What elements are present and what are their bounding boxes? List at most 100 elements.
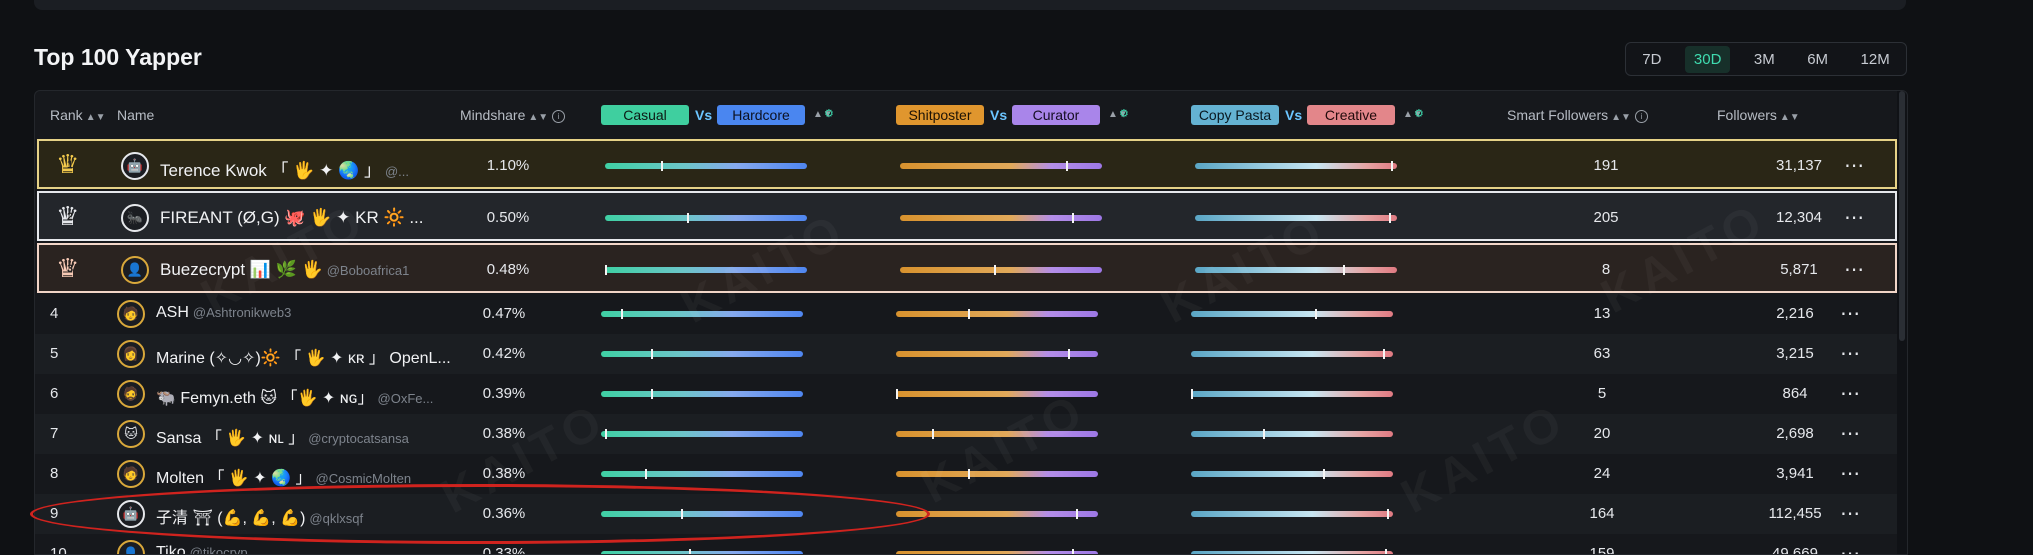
sort-icon: ▲▼ [528,112,549,123]
page-title: Top 100 Yapper [34,44,202,70]
bar-marker [621,309,623,319]
period-6m[interactable]: 6M [1798,46,1837,73]
bar-marker [968,309,970,319]
settings-icon[interactable]: ⚙ [824,107,834,120]
smart-followers-value: 24 [1593,465,1611,482]
table-row[interactable]: 4 🧑 ASH @Ashtronikweb3 0.47% 13 2,216 ⋯ [35,294,1897,334]
scrollbar[interactable] [1897,91,1907,554]
table-row[interactable]: 9 🤖 子清 ⛩ (💪, 💪, 💪) @qklxsqf 0.36% 164 112,455 ⋯ [35,494,1897,534]
user-name[interactable]: Molten 「 🖐 ✦ 🌏 」 @CosmicMolten [156,464,411,488]
more-options-icon[interactable]: ⋯ [1840,421,1861,446]
table-row[interactable]: ♛ 2 🐜 FIREANT (Ø,G) 🐙 🖐 ✦ KR 🔆 ... 0.50% 205 1… [37,191,1897,241]
copypasta-creative-bar [1191,429,1393,439]
casual-hardcore-bar [601,549,803,554]
avatar[interactable]: 👤 [121,256,149,284]
bar-marker [1263,429,1265,439]
bar-marker [651,349,653,359]
table-row[interactable]: 8 🧑 Molten 「 🖐 ✦ 🌏 」 @CosmicMolten 0.38% 24 3,… [35,454,1897,494]
shitposter-curator-bar [896,429,1098,439]
rank-number: 1 [67,159,74,171]
avatar[interactable]: 🧑 [117,460,145,488]
table-row[interactable]: 10 👤 Tiko @tikocryp... 0.33% 159 49,669 ⋯ [35,534,1897,555]
mindshare-value: 0.38% [482,425,526,442]
avatar[interactable]: 🧔 [117,380,145,408]
copy-pasta-tag: Copy Pasta [1191,105,1279,125]
table-row[interactable]: 6 🧔 🐃 Femyn.eth 🐱 「🖐 ✦ ɴɢ」 @OxFe... 0.39% 5 86… [35,374,1897,414]
avatar[interactable]: 🧑 [117,300,145,328]
more-options-icon[interactable]: ⋯ [1844,257,1865,282]
table-row[interactable]: 7 🐱 Sansa 「 🖐 ✦ ɴʟ 」 @cryptocatsansa 0.38% 20… [35,414,1897,454]
bar-marker [1072,549,1074,554]
user-name[interactable]: Marine (✧◡✧)🔆 「 🖐 ✦ ᴋʀ 」 OpenL... [156,344,455,368]
avatar[interactable]: 👩 [117,340,145,368]
table-row[interactable]: 5 👩 Marine (✧◡✧)🔆 「 🖐 ✦ ᴋʀ 」 OpenL... 0.42%… [35,334,1897,374]
scrollbar-thumb[interactable] [1899,91,1905,341]
shitposter-curator-bar [900,265,1102,275]
user-name[interactable]: ASH @Ashtronikweb3 [156,304,291,322]
avatar-image: 🧑 [122,306,140,321]
table-row[interactable]: ♛ 3 👤 Buezecrypt 📊 🌿 🖐 @Boboafrica1 0.48% 8 5,8… [37,243,1897,293]
more-options-icon[interactable]: ⋯ [1840,301,1861,326]
followers-value: 864 [1782,385,1808,402]
smart-followers-value: 13 [1593,305,1611,322]
rank-number: 10 [50,545,67,555]
more-options-icon[interactable]: ⋯ [1840,341,1861,366]
bar-marker [645,469,647,479]
user-name[interactable]: FIREANT (Ø,G) 🐙 🖐 ✦ KR 🔆 ... [160,208,428,228]
user-name[interactable]: 子清 ⛩ (💪, 💪, 💪) @qklxsqf [156,504,363,528]
period-30d[interactable]: 30D [1684,45,1731,73]
followers-value: 3,215 [1776,345,1814,362]
info-icon[interactable]: i [552,109,566,123]
settings-icon[interactable]: ⚙ [1414,107,1424,120]
copypasta-creative-bar [1191,309,1393,319]
avatar[interactable]: 🤖 [121,152,149,180]
more-options-icon[interactable]: ⋯ [1840,501,1861,526]
shitposter-curator-bar [896,549,1098,554]
bar-marker [687,213,689,223]
bar-marker [994,265,996,275]
bar-marker [896,389,898,399]
more-options-icon[interactable]: ⋯ [1844,153,1865,178]
user-handle: @cryptocatsansa [308,431,409,446]
info-icon[interactable]: i [1634,109,1648,123]
rank-header[interactable]: Rank ▲▼ [50,107,105,123]
bar-marker [661,161,663,171]
rank-number: 7 [50,425,59,442]
period-3m[interactable]: 3M [1745,46,1784,73]
avatar-image: 🤖 [126,158,144,173]
more-options-icon[interactable]: ⋯ [1840,381,1861,406]
period-12m[interactable]: 12M [1852,46,1899,73]
curator-tag: Curator [1012,105,1100,125]
table-row[interactable]: ♛ 1 🤖 Terence Kwok 「 🖐 ✦ 🌏 」 @... 1.10% 191 31,… [37,139,1897,189]
mindshare-header[interactable]: Mindshare ▲▼ i [460,107,566,123]
avatar[interactable]: 🤖 [117,500,145,528]
sort-icon: ▲▼ [85,112,106,123]
copypasta-creative-bar [1191,389,1393,399]
avatar-image: 🧔 [122,386,140,401]
more-options-icon[interactable]: ⋯ [1844,205,1865,230]
user-name[interactable]: 🐃 Femyn.eth 🐱 「🖐 ✦ ɴɢ」 @OxFe... [156,384,433,408]
yapper-table: Rank ▲▼ Name Mindshare ▲▼ i Casual Vs Hardc… [34,90,1908,555]
period-7d[interactable]: 7D [1633,46,1670,73]
rank-header-label: Rank [50,107,83,123]
followers-value: 2,698 [1776,425,1814,442]
user-name[interactable]: Sansa 「 🖐 ✦ ɴʟ 」 @cryptocatsansa [156,424,409,448]
smart-followers-value: 20 [1593,425,1611,442]
rank-number: 4 [50,305,59,322]
user-name[interactable]: Terence Kwok 「 🖐 ✦ 🌏 」 @... [160,156,409,181]
smart-followers-value: 191 [1593,157,1619,174]
avatar[interactable]: 🐜 [121,204,149,232]
user-name[interactable]: Tiko @tikocryp... [156,544,258,554]
bar-marker [1072,213,1074,223]
followers-header[interactable]: Followers ▲▼ [1717,107,1800,123]
user-handle: @Ashtronikweb3 [192,305,292,320]
followers-value: 12,304 [1776,209,1822,226]
user-handle: @OxFe... [377,391,434,406]
more-options-icon[interactable]: ⋯ [1840,461,1861,486]
casual-hardcore-bar [601,429,803,439]
smart-followers-header[interactable]: Smart Followers ▲▼ i [1507,107,1648,123]
user-name[interactable]: Buezecrypt 📊 🌿 🖐 @Boboafrica1 [160,260,409,280]
avatar[interactable]: 🐱 [117,420,145,448]
period-selector: 7D 30D 3M 6M 12M [1625,42,1907,76]
settings-icon[interactable]: ⚙ [1119,107,1129,120]
